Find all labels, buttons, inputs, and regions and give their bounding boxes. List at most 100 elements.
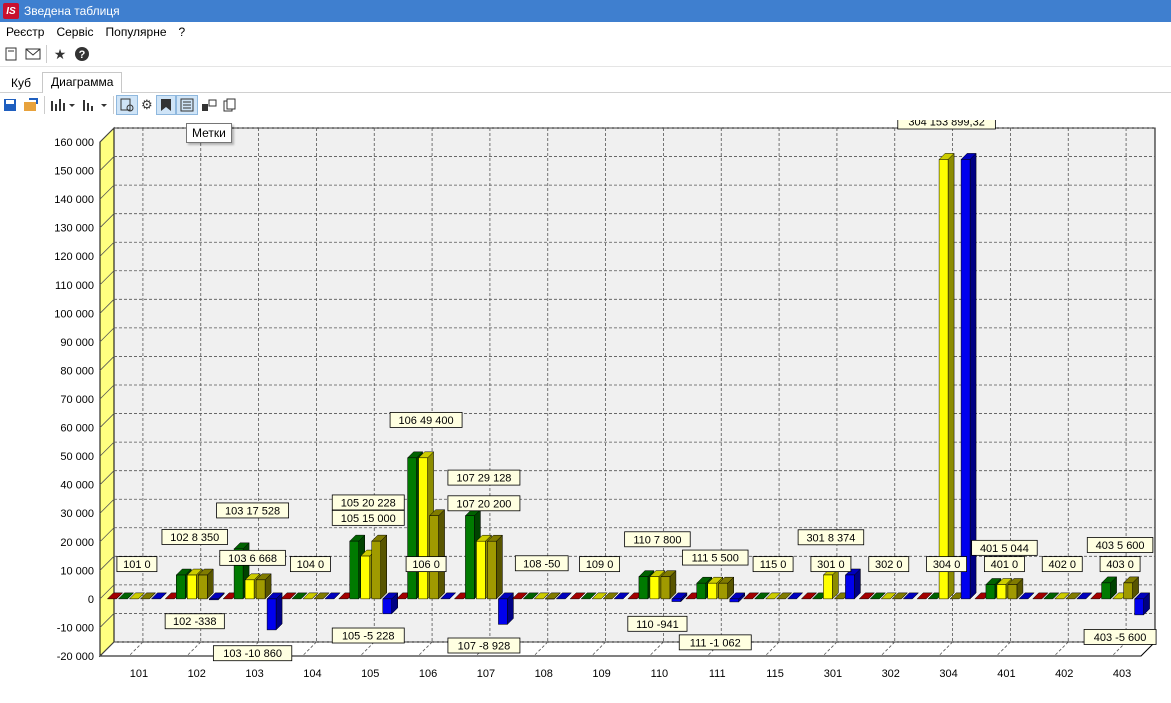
chart-toolbar: ⚙ (0, 94, 1171, 116)
data-label: 103 17 528 (225, 505, 280, 517)
x-tick-label: 110 (651, 668, 669, 680)
help-icon[interactable]: ? (71, 43, 93, 65)
x-tick-label: 103 (245, 668, 263, 680)
bar-403 (1102, 583, 1111, 599)
x-tick-label: 402 (1055, 668, 1073, 680)
toolbar-separator (46, 45, 47, 63)
bar-105 (372, 541, 381, 599)
data-label: 107 -8 928 (458, 641, 511, 653)
bar-side-304 (970, 153, 976, 598)
x-tick-label: 104 (303, 668, 321, 680)
mail-icon[interactable] (22, 43, 44, 65)
data-label: 107 20 200 (456, 498, 511, 510)
y-tick-label: 0 (88, 594, 94, 606)
bar-103 (256, 580, 265, 599)
legend-icon[interactable] (176, 95, 198, 115)
labels-icon[interactable] (156, 95, 176, 115)
menu-bar: Реєстр Сервіс Популярне ? (0, 22, 1171, 42)
data-label: 105 15 000 (341, 513, 396, 525)
bar-105 (350, 541, 359, 599)
data-label: 403 5 600 (1096, 540, 1145, 552)
x-tick-label: 304 (939, 668, 957, 680)
menu-help[interactable]: ? (173, 25, 192, 39)
x-tick-label: 107 (477, 668, 495, 680)
bar-403 (1135, 599, 1144, 615)
list-icon[interactable] (0, 43, 22, 65)
svg-text:?: ? (79, 49, 86, 61)
menu-popular[interactable]: Популярне (100, 25, 173, 39)
data-label: 104 0 (297, 559, 325, 571)
x-tick-label: 108 (535, 668, 553, 680)
data-label: 304 153 899,32 (908, 120, 984, 129)
tab-strip: Куб Диаграмма (0, 70, 1171, 93)
data-label: 111 -1 062 (690, 637, 741, 649)
copy-3d-icon[interactable] (198, 95, 220, 115)
bar-106 (419, 458, 428, 599)
copy-icon[interactable] (220, 95, 240, 115)
bar-401 (997, 584, 1006, 598)
menu-service[interactable]: Сервіс (50, 25, 99, 39)
window-title: Зведена таблиця (24, 4, 120, 18)
bar-301 (823, 575, 832, 599)
gear-icon[interactable]: ⚙ (138, 95, 156, 115)
y-tick-label: 20 000 (60, 537, 94, 549)
y-tick-label: 40 000 (60, 480, 94, 492)
bar-110 (672, 599, 681, 602)
data-label: 102 8 350 (170, 532, 219, 544)
bar-chart-icon[interactable] (47, 95, 79, 115)
data-label: 403 -5 600 (1094, 632, 1147, 644)
data-label: 110 -941 (636, 619, 679, 631)
tab-diagram[interactable]: Диаграмма (42, 72, 122, 93)
bar-102 (198, 575, 207, 599)
export-icon[interactable] (20, 95, 42, 115)
data-label: 109 0 (586, 559, 614, 571)
tab-cube[interactable]: Куб (2, 73, 40, 92)
data-label: 101 0 (123, 559, 151, 571)
bar-107 (498, 599, 507, 624)
data-label: 115 0 (760, 559, 787, 571)
chart-area: -20 000-10 000010 00020 00030 00040 0005… (0, 120, 1171, 700)
data-label: 106 0 (412, 559, 440, 571)
y-tick-label: -10 000 (57, 622, 94, 634)
bar-304 (939, 159, 948, 598)
y-tick-label: 160 000 (54, 137, 94, 149)
x-tick-label: 106 (419, 668, 437, 680)
data-label: 102 -338 (173, 616, 216, 628)
bar-105 (361, 556, 370, 599)
bar-103 (245, 580, 254, 599)
x-tick-label: 115 (766, 668, 784, 680)
data-label: 108 -50 (523, 558, 560, 570)
data-label: 301 8 374 (806, 532, 855, 544)
menu-registry[interactable]: Реєстр (0, 25, 50, 39)
data-label: 105 20 228 (341, 497, 396, 509)
x-tick-label: 102 (188, 668, 206, 680)
app-logo-icon: IS (3, 3, 19, 19)
save-icon[interactable] (0, 95, 20, 115)
y-tick-label: 10 000 (60, 565, 94, 577)
x-tick-label: 111 (709, 668, 726, 680)
bar-107 (476, 541, 485, 599)
bar-chart-alt-icon[interactable] (79, 95, 111, 115)
bar-side-105 (381, 535, 387, 599)
star-icon[interactable]: ★ (49, 43, 71, 65)
bar-103 (267, 599, 276, 630)
bar-401 (986, 584, 995, 598)
bar-102 (176, 575, 185, 599)
bar-102 (209, 599, 218, 600)
toolbar-separator (44, 96, 45, 114)
main-toolbar: ★ ? (0, 42, 1171, 67)
bar-403 (1124, 583, 1133, 599)
bar-102 (187, 575, 196, 599)
x-tick-label: 105 (361, 668, 379, 680)
y-tick-label: 90 000 (60, 337, 94, 349)
data-label: 111 5 500 (692, 553, 739, 565)
data-label: 107 29 128 (456, 473, 511, 485)
bar-304 (961, 159, 970, 598)
chart-options-icon[interactable] (116, 95, 138, 115)
y-tick-label: 100 000 (54, 308, 94, 320)
y-tick-label: 110 000 (55, 280, 94, 292)
bar-107 (465, 516, 474, 599)
toolbar-separator (113, 96, 114, 114)
data-label: 110 7 800 (633, 534, 681, 546)
bar-107 (487, 541, 496, 599)
